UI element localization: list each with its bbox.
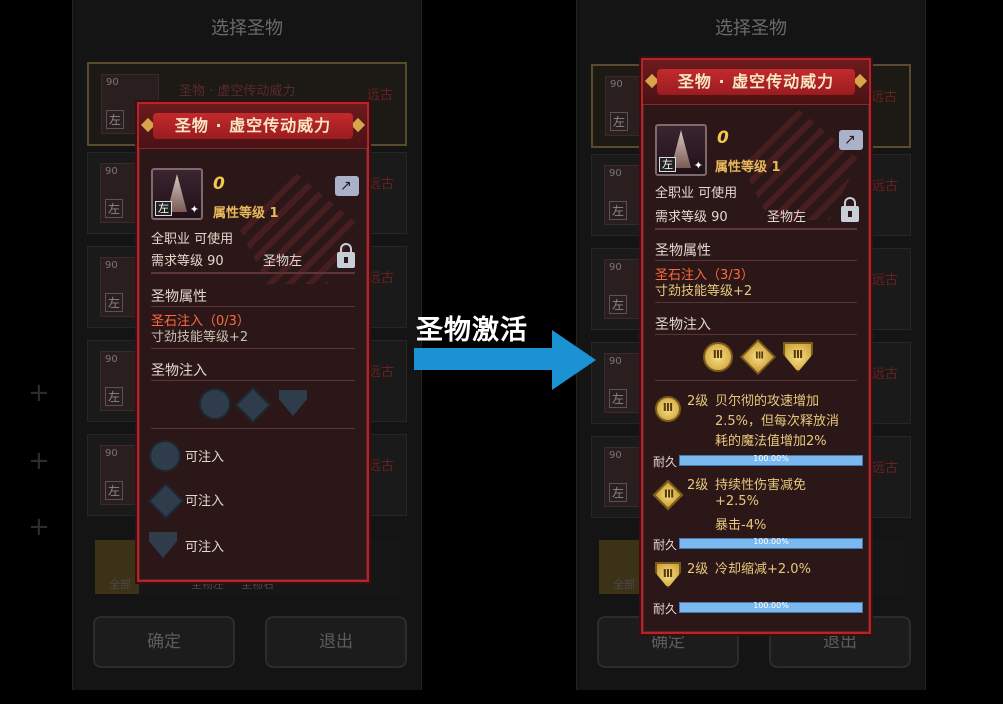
shield-slot-icon [149,532,177,558]
inject-slot-row[interactable]: 可注入 [147,482,349,520]
divider [655,260,857,261]
effect-text-line: 耗的魔法值增加2% [715,434,827,449]
divider [151,272,355,274]
durability-label: 耐久 [653,538,678,552]
inject-slot-label: 可注入 [185,494,225,509]
durability-bar: 100.00% [679,601,863,613]
item-tag: 远古 [366,88,393,103]
screen-title: 选择圣物 [715,18,787,39]
divider [151,306,355,307]
section-title-attributes: 圣物属性 [151,289,207,305]
empty-diamond-slot-icon[interactable] [234,386,272,424]
gem-ornament-icon [350,117,366,133]
exit-button[interactable]: 退出 [265,616,407,668]
plus-icon: + [28,512,50,542]
divider [151,428,355,429]
inject-slot-label: 可注入 [185,540,225,555]
attribute-level: 属性等级 1 [213,206,279,221]
effect-text-line: 持续性伤害减免 [715,478,807,493]
arrow-right-icon [552,330,596,390]
sparkle-icon: ✦ [189,203,199,216]
effect-text-line: 2.5%，但每次释放消 [715,414,840,429]
sparkle-icon: ✦ [693,159,703,172]
filled-shield-slot-icon[interactable]: Ⅲ [783,342,813,372]
effect-text-line: +2.5% [715,494,759,509]
effect-text-line: 贝尔彻的攻速增加 [715,394,820,409]
job-requirement: 全职业 可使用 [151,232,234,247]
effect-text-line: 暴击-4% [715,518,767,533]
panel-title: 圣物 · 虚空传动威力 [153,113,353,139]
item-name: 圣物 · 虚空传动威力 [179,84,296,99]
lock-icon[interactable] [337,243,355,268]
diamond-slot-icon [147,482,185,520]
empty-circle-slot-icon[interactable] [199,388,231,420]
job-requirement: 全职业 可使用 [655,186,738,201]
panel-header: 圣物 · 虚空传动威力 [139,104,367,149]
arrow-shaft-icon [414,348,554,370]
circle-gem-icon: Ⅲ [655,396,681,422]
confirm-button[interactable]: 确定 [93,616,235,668]
divider [151,380,355,381]
empty-shield-slot-icon[interactable] [279,390,307,416]
item-tag: 远古 [871,273,898,288]
inject-slot-label: 可注入 [185,450,225,465]
item-tag: 远古 [367,459,394,474]
section-title-inject: 圣物注入 [655,317,711,333]
lock-icon[interactable] [841,197,859,222]
item-tag: 远古 [871,367,898,382]
effect-text-line: 冷却缩减+2.0% [715,562,811,577]
inject-slot-row[interactable]: 可注入 [149,438,349,472]
diamond-gem-icon: Ⅲ [652,479,684,511]
effect-level: 2级 [687,394,709,409]
durability-bar: 100.00% [679,537,863,549]
circle-slot-icon [149,440,181,472]
relic-slot: 圣物左 [767,210,807,225]
activation-label: 圣物激活 [416,315,528,346]
filter-tab-all[interactable]: 全部 [613,576,635,592]
divider [151,348,355,349]
panel-title: 圣物 · 虚空传动威力 [657,69,855,95]
effect-level: 2级 [687,478,709,493]
item-tag: 远古 [367,177,394,192]
required-level: 需求等级 90 [655,210,728,225]
divider [655,334,857,335]
level-value: 0 [717,128,729,148]
divider [655,302,857,303]
filled-circle-slot-icon[interactable]: Ⅲ [703,342,733,372]
skill-level-bonus: 寸劲技能等级+2 [151,330,249,345]
shield-gem-icon: Ⅲ [655,562,681,588]
inject-slot-row[interactable]: 可注入 [149,528,349,562]
relic-icon: 左 ✦ [151,168,203,220]
section-title-attributes: 圣物属性 [655,243,711,259]
share-icon[interactable]: ↗ [839,130,863,150]
item-tag: 远古 [367,271,394,286]
divider [655,228,857,230]
section-title-inject: 圣物注入 [151,363,207,379]
item-tag: 远古 [871,461,898,476]
filter-tab-all[interactable]: 全部 [109,576,131,592]
plus-icon: + [28,446,50,476]
screen-title: 选择圣物 [211,18,283,39]
required-level: 需求等级 90 [151,254,224,269]
panel-header: 圣物 · 虚空传动威力 [643,60,869,105]
item-tag: 远古 [367,365,394,380]
skill-level-bonus: 寸劲技能等级+2 [655,284,753,299]
durability-label: 耐久 [653,455,678,469]
divider [655,380,857,381]
item-tag: 远古 [871,179,898,194]
level-value: 0 [213,174,225,194]
relic-panel-after: 圣物 · 虚空传动威力 左 ✦ 0 属性等级 1 ↗ 全职业 可使用 需求等级 … [641,58,871,634]
relic-panel-before: 圣物 · 虚空传动威力 左 ✦ 0 属性等级 1 ↗ 全职业 可使用 需求等级 … [137,102,369,582]
durability-bar: 100.00% [679,454,863,466]
gem-ornament-icon [852,73,868,89]
relic-slot: 圣物左 [263,254,303,269]
effect-level: 2级 [687,562,709,577]
plus-icon: + [28,378,50,408]
share-icon[interactable]: ↗ [335,176,359,196]
attribute-level: 属性等级 1 [715,160,781,175]
filled-diamond-slot-icon[interactable]: Ⅲ [739,338,777,376]
relic-icon: 左 ✦ [655,124,707,176]
durability-label: 耐久 [653,602,678,616]
item-tag: 远古 [870,90,897,105]
